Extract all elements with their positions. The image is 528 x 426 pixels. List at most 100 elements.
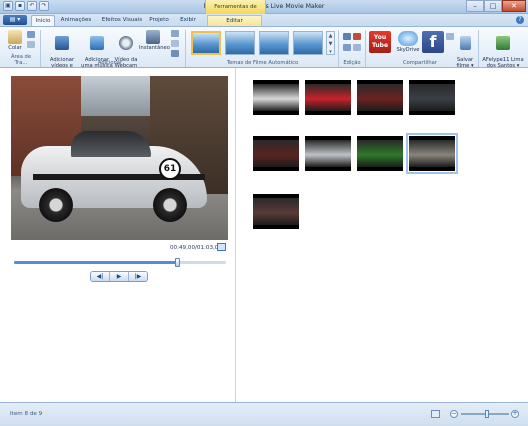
tab-projeto[interactable]: Projeto bbox=[146, 15, 172, 26]
thumbnail-image bbox=[253, 84, 299, 111]
theme-thumbnail-4[interactable] bbox=[293, 31, 323, 55]
storyboard-thumbnail-9[interactable] bbox=[253, 194, 299, 229]
zoom-slider[interactable] bbox=[461, 410, 509, 418]
tab-editar[interactable]: Editar bbox=[207, 15, 262, 26]
time-display: 00:49,00/01:03,00 bbox=[170, 245, 222, 251]
preview-wheel-rear bbox=[153, 188, 187, 222]
caption-icon[interactable] bbox=[171, 40, 179, 47]
zoom-in-button[interactable]: + bbox=[511, 410, 519, 418]
thumbnail-image bbox=[253, 140, 299, 167]
close-button[interactable]: ✕ bbox=[502, 0, 526, 12]
paste-button[interactable]: Colar bbox=[6, 30, 24, 51]
thumbnail-image bbox=[357, 140, 403, 167]
share-more-icon[interactable] bbox=[446, 33, 454, 40]
themes-scroll[interactable]: ▲ ▼ ▾ bbox=[326, 31, 335, 55]
thumbnail-image bbox=[305, 140, 351, 167]
help-icon[interactable]: ? bbox=[516, 16, 524, 24]
save-movie-icon bbox=[459, 36, 471, 50]
storyboard-thumbnail-6[interactable] bbox=[305, 136, 351, 171]
window-controls: – □ ✕ bbox=[466, 0, 526, 12]
ribbon-panel: Colar Área de Tra... Adicionar vídeos e … bbox=[0, 26, 528, 75]
status-bar: Item 8 de 9 − + bbox=[0, 402, 528, 426]
title-bar: ▣ ▪ ↶ ↷ Meu Filme - Windows Live Movie M… bbox=[0, 0, 528, 24]
credits-icon[interactable] bbox=[171, 50, 179, 57]
youtube-share-button[interactable]: You Tube bbox=[369, 31, 391, 53]
preview-car-roof bbox=[71, 131, 151, 157]
app-menu-button[interactable]: ▤ ▾ bbox=[3, 15, 27, 25]
play-button[interactable]: ▶ bbox=[110, 272, 129, 281]
title-icon[interactable] bbox=[171, 30, 179, 37]
preview-wheel-front bbox=[39, 188, 73, 222]
rotate-right-icon[interactable] bbox=[343, 44, 351, 51]
storyboard-thumbnail-4[interactable] bbox=[409, 80, 455, 115]
seek-thumb[interactable] bbox=[175, 258, 181, 267]
item-count-status: Item 8 de 9 bbox=[10, 411, 43, 417]
camera-icon bbox=[146, 30, 160, 44]
edit-group-label: Edição bbox=[343, 60, 361, 66]
thumbnail-image bbox=[409, 84, 455, 111]
fullscreen-icon[interactable] bbox=[217, 243, 226, 251]
seek-bar-progress bbox=[14, 261, 178, 264]
tab-inicio[interactable]: Início bbox=[31, 15, 55, 26]
separator bbox=[365, 30, 366, 67]
music-icon bbox=[90, 36, 104, 50]
tab-efeitos-visuais[interactable]: Efeitos Visuais bbox=[99, 15, 145, 26]
avatar bbox=[496, 36, 510, 50]
storyboard-thumbnail-2[interactable] bbox=[305, 80, 351, 115]
zoom-out-button[interactable]: − bbox=[450, 410, 458, 418]
theme-thumbnail-2[interactable] bbox=[225, 31, 255, 55]
thumbnail-size-icon[interactable] bbox=[431, 410, 440, 418]
storyboard-thumbnail-3[interactable] bbox=[357, 80, 403, 115]
storyboard-thumbnail-1[interactable] bbox=[253, 80, 299, 115]
facebook-share-button[interactable]: f bbox=[422, 31, 444, 53]
pane-divider[interactable] bbox=[235, 68, 236, 402]
theme-thumbnail-3[interactable] bbox=[259, 31, 289, 55]
snapshot-button[interactable]: Instantâneo bbox=[139, 30, 170, 51]
storyboard-thumbnail-5[interactable] bbox=[253, 136, 299, 171]
playback-controls: ◀| ▶ |▶ bbox=[90, 271, 148, 282]
clipboard-icon bbox=[8, 30, 22, 44]
webcam-icon bbox=[119, 36, 133, 50]
next-frame-button[interactable]: |▶ bbox=[129, 272, 147, 281]
seek-bar[interactable] bbox=[14, 258, 226, 267]
select-all-icon[interactable] bbox=[353, 44, 361, 51]
video-tools-context-label: Ferramentas de Vídeo bbox=[205, 0, 266, 24]
user-account-button[interactable]: AFelype11 Lima dos Santos ▾ bbox=[480, 30, 526, 69]
rotate-left-icon[interactable] bbox=[343, 33, 351, 40]
preview-sky bbox=[81, 76, 151, 116]
ribbon-tabs: ▤ ▾ Início Animações Efeitos Visuais Pro… bbox=[0, 14, 528, 26]
share-group-label: Compartilhar bbox=[403, 60, 437, 66]
preview-car-number: 61 bbox=[159, 158, 181, 180]
tab-exibir[interactable]: Exibir bbox=[176, 15, 200, 26]
thumbnail-image bbox=[305, 84, 351, 111]
thumbnail-image bbox=[253, 198, 299, 225]
film-icon bbox=[55, 36, 69, 50]
previous-frame-button[interactable]: ◀| bbox=[91, 272, 110, 281]
video-preview[interactable]: 61 bbox=[11, 76, 228, 240]
separator bbox=[478, 30, 479, 67]
add-group-label: Adicionar bbox=[97, 60, 123, 66]
tab-animacoes[interactable]: Animações bbox=[58, 15, 94, 26]
remove-icon[interactable] bbox=[353, 33, 361, 40]
separator bbox=[185, 30, 186, 67]
paste-label: Colar bbox=[8, 45, 22, 51]
thumbnail-image bbox=[357, 84, 403, 111]
storyboard-thumbnail-8[interactable] bbox=[406, 133, 458, 174]
skydrive-label: SkyDrive bbox=[396, 47, 420, 53]
snapshot-label: Instantâneo bbox=[139, 45, 170, 51]
thumbnail-image bbox=[409, 140, 455, 167]
skydrive-share-button[interactable]: SkyDrive bbox=[395, 31, 421, 53]
themes-group-label: Temas de Filme Automático bbox=[226, 60, 299, 66]
theme-thumbnail-1[interactable] bbox=[191, 31, 221, 55]
maximize-button[interactable]: □ bbox=[484, 0, 502, 12]
copy-icon[interactable] bbox=[27, 41, 35, 48]
zoom-slider-thumb[interactable] bbox=[485, 410, 490, 418]
skydrive-icon bbox=[398, 31, 418, 46]
separator bbox=[40, 30, 41, 67]
main-area: 61 00:49,00/01:03,00 ◀| ▶ |▶ bbox=[0, 68, 528, 402]
cut-icon[interactable] bbox=[27, 31, 35, 38]
minimize-button[interactable]: – bbox=[466, 0, 484, 12]
separator bbox=[338, 30, 339, 67]
storyboard-thumbnail-7[interactable] bbox=[357, 136, 403, 171]
clipboard-group-label: Área de Tra... bbox=[10, 54, 32, 66]
